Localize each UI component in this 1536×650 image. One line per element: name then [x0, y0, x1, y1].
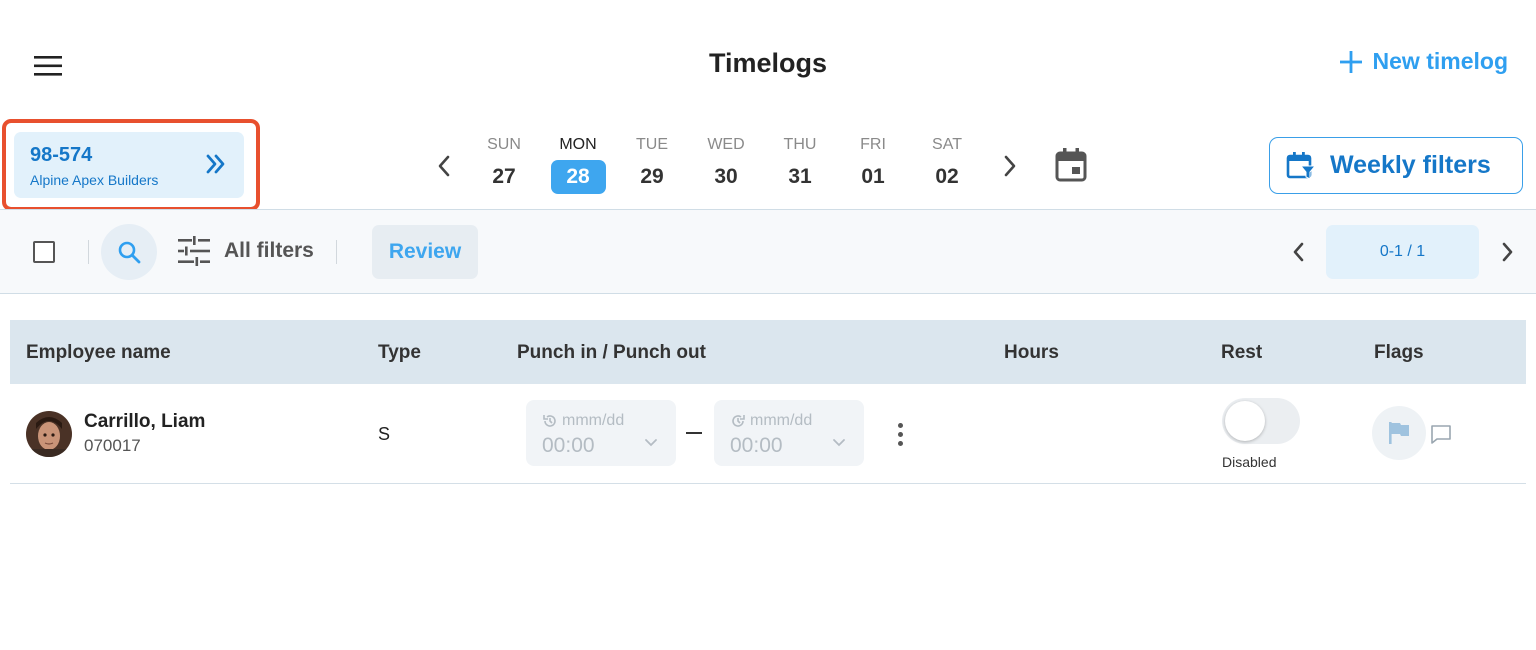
- calendar-icon: [1055, 148, 1087, 182]
- toolbar-separator: [336, 240, 337, 264]
- kebab-dot: [897, 422, 903, 428]
- day-thu[interactable]: THU 31: [770, 136, 830, 194]
- day-label: SUN: [487, 136, 521, 153]
- next-week-button[interactable]: [996, 150, 1024, 182]
- chevron-left-icon: [438, 155, 450, 177]
- column-punch[interactable]: Punch in / Punch out: [517, 342, 706, 364]
- column-employee-name[interactable]: Employee name: [26, 342, 171, 364]
- calendar-button[interactable]: [1055, 148, 1087, 187]
- employee-type: S: [378, 424, 391, 444]
- search-icon: [118, 241, 141, 264]
- previous-week-button[interactable]: [430, 150, 458, 182]
- employee-name[interactable]: Carrillo, Liam: [84, 411, 205, 433]
- punch-in-time: 00:00: [542, 434, 595, 457]
- rest-toggle[interactable]: [1222, 398, 1300, 444]
- day-number: 01: [861, 165, 885, 188]
- column-flags[interactable]: Flags: [1374, 342, 1424, 364]
- avatar: [26, 411, 72, 457]
- chevron-left-icon: [1293, 242, 1304, 262]
- next-page-button[interactable]: [1496, 238, 1520, 266]
- pagination-indicator: 0-1 / 1: [1326, 225, 1479, 279]
- all-filters-label: All filters: [224, 239, 314, 262]
- day-wed[interactable]: WED 30: [696, 136, 756, 194]
- kebab-dot: [897, 440, 903, 446]
- punch-in-field[interactable]: mmm/dd 00:00: [526, 400, 676, 466]
- employee-photo: [26, 411, 72, 457]
- day-mon-selected[interactable]: MON 28: [548, 136, 608, 194]
- day-label: TUE: [636, 136, 668, 153]
- weekly-filters-button[interactable]: Weekly filters: [1269, 137, 1523, 194]
- search-button[interactable]: [101, 224, 157, 280]
- company-name: Alpine Apex Builders: [30, 172, 159, 188]
- flag-icon: [1389, 422, 1409, 444]
- day-sun[interactable]: SUN 27: [474, 136, 534, 194]
- day-sat[interactable]: SAT 02: [917, 136, 977, 194]
- day-tue[interactable]: TUE 29: [622, 136, 682, 194]
- punch-out-date-placeholder: mmm/dd: [750, 412, 813, 429]
- punch-separator-dash: [686, 432, 702, 434]
- clock-forward-icon: [732, 415, 745, 427]
- menu-icon: [34, 56, 62, 76]
- punch-out-time: 00:00: [730, 434, 783, 457]
- previous-page-button[interactable]: [1286, 238, 1310, 266]
- day-number: 28: [550, 160, 606, 194]
- day-number: 30: [714, 165, 738, 188]
- new-timelog-label: New timelog: [1372, 48, 1508, 74]
- comment-button[interactable]: [1429, 422, 1453, 446]
- chevron-right-icon: [1004, 155, 1016, 177]
- column-rest[interactable]: Rest: [1221, 342, 1262, 364]
- day-label: MON: [559, 136, 597, 153]
- column-hours[interactable]: Hours: [1004, 342, 1059, 364]
- day-label: THU: [783, 136, 817, 153]
- chevron-down-icon: [645, 439, 657, 447]
- kebab-dot: [897, 431, 903, 437]
- toolbar: All filters Review 0-1 / 1: [0, 210, 1536, 294]
- day-label: SAT: [932, 136, 962, 153]
- double-chevron-right-icon: [206, 154, 225, 174]
- company-code: 98-574: [30, 144, 93, 166]
- day-label: WED: [707, 136, 745, 153]
- weekly-filters-label: Weekly filters: [1330, 151, 1491, 179]
- chevron-right-icon: [1502, 242, 1513, 262]
- comment-icon: [1431, 425, 1451, 444]
- table-row: Carrillo, Liam 070017 S mmm/dd 00:00 mmm…: [10, 384, 1526, 484]
- company-selector[interactable]: 98-574 Alpine Apex Builders: [14, 132, 244, 198]
- review-button[interactable]: Review: [372, 225, 478, 279]
- punch-in-date-placeholder: mmm/dd: [562, 412, 625, 429]
- day-number: 31: [788, 165, 812, 188]
- table-header: Employee name Type Punch in / Punch out …: [10, 320, 1526, 384]
- column-type[interactable]: Type: [378, 342, 421, 364]
- rest-status-label: Disabled: [1222, 454, 1277, 470]
- row-more-options-button[interactable]: [890, 418, 910, 450]
- day-number: 27: [492, 165, 516, 188]
- toggle-knob: [1225, 401, 1265, 441]
- sliders-icon: [178, 236, 210, 266]
- timelogs-screen: Timelogs New timelog 98-574 Alpine Apex …: [0, 0, 1536, 650]
- day-number: 29: [640, 165, 664, 188]
- new-timelog-button[interactable]: New timelog: [1339, 48, 1508, 75]
- day-label: FRI: [860, 136, 886, 153]
- history-icon: [543, 415, 556, 427]
- calendar-filter-icon: [1286, 151, 1316, 180]
- chevron-down-icon: [833, 439, 845, 447]
- employee-id: 070017: [84, 436, 141, 455]
- plus-icon: [1339, 50, 1362, 73]
- flag-button[interactable]: [1372, 406, 1426, 460]
- punch-out-field[interactable]: mmm/dd 00:00: [714, 400, 864, 466]
- toolbar-separator: [88, 240, 89, 264]
- select-all-checkbox[interactable]: [33, 241, 55, 263]
- hamburger-menu-button[interactable]: [26, 48, 70, 84]
- punch-out-date: mmm/dd: [730, 412, 812, 430]
- punch-in-date: mmm/dd: [542, 412, 624, 430]
- day-fri[interactable]: FRI 01: [843, 136, 903, 194]
- page-title: Timelogs: [708, 48, 828, 78]
- day-number: 02: [935, 165, 959, 188]
- all-filters-button[interactable]: All filters: [178, 236, 314, 266]
